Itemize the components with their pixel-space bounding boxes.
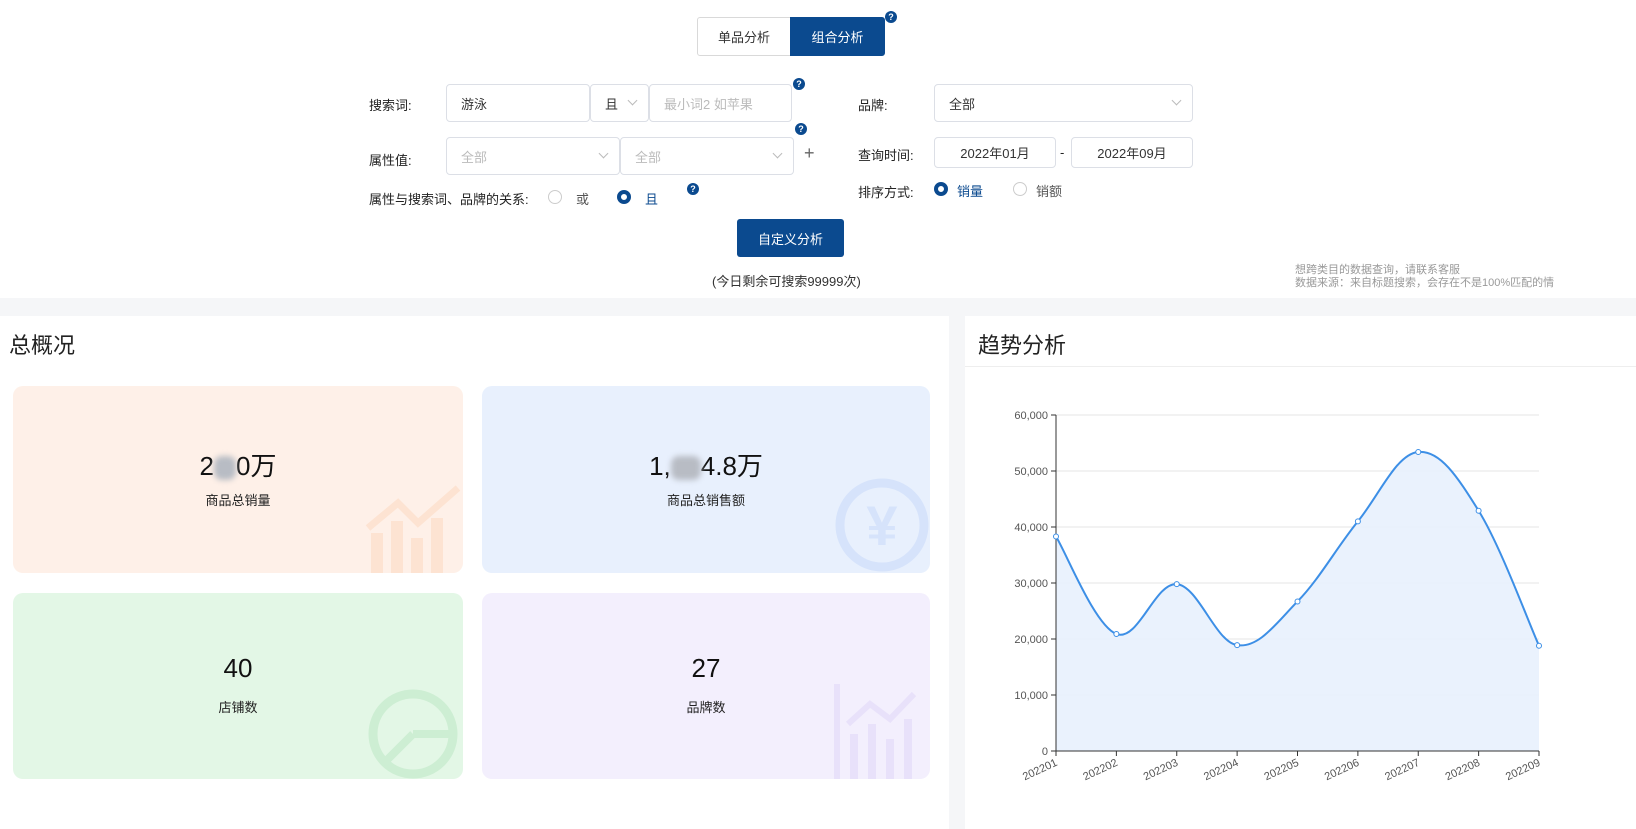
y-tick-label: 30,000: [1014, 578, 1048, 590]
x-tick-label: 202206: [1323, 757, 1361, 783]
y-tick-label: 40,000: [1014, 522, 1048, 534]
data-point: [1415, 448, 1422, 455]
data-point: [1475, 507, 1482, 514]
x-tick-label: 202201: [1021, 757, 1059, 783]
x-tick-label: 202204: [1202, 757, 1240, 783]
x-tick-label: 202207: [1383, 757, 1421, 783]
x-tick-label: 202209: [1504, 757, 1542, 783]
x-tick-label: 202205: [1262, 757, 1300, 783]
y-tick-label: 60,000: [1014, 410, 1048, 422]
data-point: [1053, 533, 1059, 540]
x-tick-label: 202203: [1142, 757, 1180, 783]
y-tick-label: 10,000: [1014, 690, 1048, 702]
x-tick-label: 202208: [1444, 757, 1482, 783]
data-point: [1113, 630, 1120, 637]
y-tick-label: 50,000: [1014, 466, 1048, 478]
data-point: [1173, 581, 1180, 588]
y-tick-label: 0: [1042, 746, 1048, 758]
data-point: [1536, 642, 1542, 649]
trend-chart: 0 10,000 20,000 30,000 40,000 50,000 60,000 202…: [1014, 410, 1542, 783]
data-point: [1294, 598, 1301, 605]
y-tick-label: 20,000: [1014, 634, 1048, 646]
data-point: [1354, 518, 1361, 525]
data-point: [1234, 642, 1241, 649]
x-tick-label: 202202: [1081, 757, 1119, 783]
